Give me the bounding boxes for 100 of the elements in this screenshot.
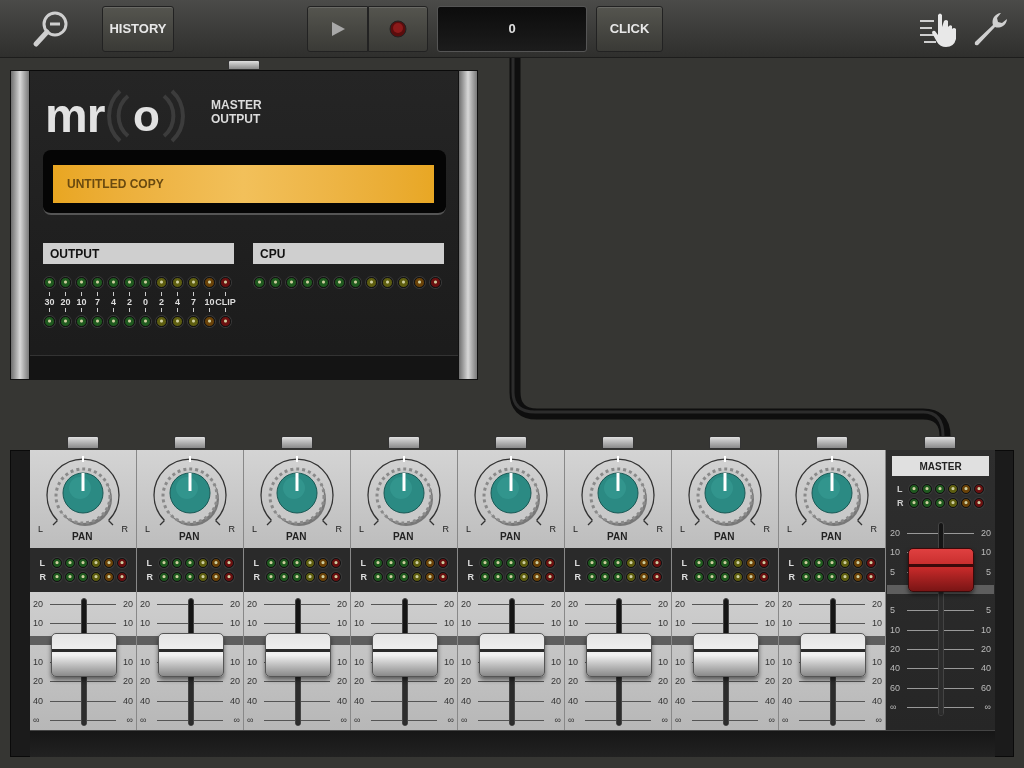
scale-label: 40 [33, 696, 43, 706]
scale-label: 10 [247, 657, 257, 667]
scale-label: 40 [981, 663, 991, 673]
led-indicator [184, 558, 195, 568]
connector [924, 436, 956, 449]
led-indicator [599, 558, 610, 568]
pan-right-label: R [442, 525, 449, 534]
click-button[interactable]: CLICK [596, 6, 663, 52]
scale-label: 10 [461, 657, 471, 667]
led-indicator [291, 572, 302, 582]
led-indicator [156, 277, 167, 288]
pan-left-label: L [359, 525, 364, 534]
led-indicator [172, 277, 183, 288]
play-button[interactable] [307, 6, 368, 52]
led-indicator [586, 572, 597, 582]
scale-label: 20 [230, 676, 240, 686]
meter-label: L [897, 484, 904, 494]
scale-label: 40 [230, 696, 240, 706]
meter-label: R [253, 572, 261, 582]
scale-label: 10 [230, 618, 240, 628]
led-indicator [302, 277, 313, 288]
scale-label: 20 [890, 644, 900, 654]
led-indicator [625, 572, 636, 582]
led-indicator [90, 558, 101, 568]
scale-label: 20 [33, 599, 43, 609]
led-indicator [865, 572, 876, 582]
scale-label: ∞ [568, 715, 575, 725]
fader-thumb[interactable] [907, 547, 974, 592]
scale-label: 20 [337, 599, 347, 609]
scale-label: 10 [658, 657, 668, 667]
pan-right-label: R [335, 525, 342, 534]
pan-label: PAN [607, 532, 628, 542]
led-indicator [385, 558, 396, 568]
scale-label: 10 [568, 657, 578, 667]
fader-thumb[interactable] [371, 633, 438, 678]
led-indicator [197, 572, 208, 582]
fader-thumb[interactable] [585, 633, 652, 678]
led-indicator [60, 277, 71, 288]
led-indicator [745, 572, 756, 582]
scale-label: 10 [675, 657, 685, 667]
scale-label: ∞ [247, 715, 254, 725]
led-indicator [116, 558, 127, 568]
scale-label: ∞ [554, 715, 561, 725]
led-indicator [172, 316, 183, 327]
scale-label: ∞ [984, 702, 991, 712]
fader-thumb[interactable] [50, 633, 117, 678]
scale-label: 30 [44, 296, 55, 308]
led-indicator [197, 558, 208, 568]
scale-label: 20 [354, 599, 364, 609]
history-button[interactable]: HISTORY [102, 6, 174, 52]
led-indicator [437, 558, 448, 568]
scale-label: 20 [568, 676, 578, 686]
led-indicator [372, 572, 383, 582]
scale-label: 40 [444, 696, 454, 706]
led-indicator [291, 558, 302, 568]
scale-label: 20 [247, 599, 257, 609]
led-indicator [638, 572, 649, 582]
scale-label: 10 [872, 657, 882, 667]
led-indicator [64, 572, 75, 582]
led-indicator [116, 572, 127, 582]
scale-label: 10 [230, 657, 240, 667]
scale-label: 20 [872, 676, 882, 686]
record-icon [389, 20, 407, 38]
fader-thumb[interactable] [478, 633, 545, 678]
scale-label: 5 [986, 567, 991, 577]
led-indicator [612, 572, 623, 582]
led-indicator [317, 572, 328, 582]
scale-label: ∞ [890, 702, 897, 712]
led-indicator [76, 277, 87, 288]
connector [281, 436, 313, 449]
fader-thumb[interactable] [264, 633, 331, 678]
scale-label: 10 [204, 296, 215, 308]
led-indicator [103, 558, 114, 568]
connector [228, 60, 260, 70]
logo: mr o [45, 88, 187, 144]
led-indicator [430, 277, 441, 288]
scale-label: 20 [140, 676, 150, 686]
led-indicator [304, 558, 315, 568]
scale-label: 20 [461, 676, 471, 686]
fader-thumb[interactable] [692, 633, 759, 678]
led-indicator [693, 558, 704, 568]
scale-label: 10 [890, 625, 900, 635]
led-indicator [732, 572, 743, 582]
fader-thumb[interactable] [157, 633, 224, 678]
scale-label: ∞ [354, 715, 361, 725]
scale-label: 20 [140, 599, 150, 609]
led-indicator [826, 558, 837, 568]
scale-label: 60 [890, 683, 900, 693]
led-indicator [612, 558, 623, 568]
scale-label: 20 [765, 599, 775, 609]
scale-label: 20 [444, 599, 454, 609]
pan-left-label: L [787, 525, 792, 534]
fader-thumb[interactable] [799, 633, 866, 678]
scale-label: ∞ [768, 715, 775, 725]
led-indicator [265, 558, 276, 568]
record-button[interactable] [368, 6, 428, 52]
scale-label: 40 [337, 696, 347, 706]
scale-label: 10 [658, 618, 668, 628]
pan-label: PAN [500, 532, 521, 542]
panel-title: MASTER OUTPUT [211, 98, 263, 126]
